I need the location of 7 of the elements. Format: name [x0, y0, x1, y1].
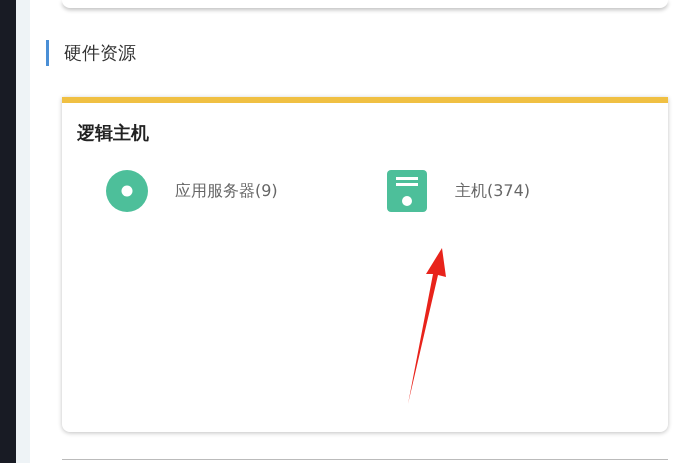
resource-link[interactable]: 主机(374): [455, 180, 530, 202]
card-title: 逻辑主机: [76, 122, 150, 145]
resource-link[interactable]: 应用服务器(9): [175, 180, 278, 202]
section-title: 硬件资源: [64, 42, 136, 65]
server-icon: [386, 170, 428, 212]
disc-icon: [106, 170, 148, 212]
accent-bar: [46, 40, 49, 66]
